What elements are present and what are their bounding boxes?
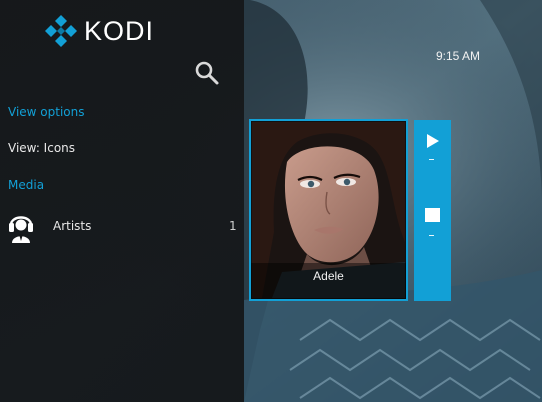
play-icon[interactable] — [427, 134, 439, 148]
artist-card[interactable]: Adele — [249, 119, 408, 301]
clock: 9:15 AM — [436, 49, 481, 63]
view-options-header: View options — [8, 105, 85, 119]
sidebar-item-artists[interactable]: Artists 1 — [0, 206, 244, 246]
kodi-logo[interactable]: KODI — [44, 14, 154, 48]
media-header: Media — [8, 178, 45, 192]
view-mode-item[interactable]: View: Icons — [8, 141, 75, 155]
artists-count: 1 — [229, 219, 237, 233]
search-icon[interactable] — [194, 60, 220, 86]
play-indicator — [429, 159, 434, 160]
card-title: Adele — [313, 269, 344, 283]
stop-icon[interactable] — [425, 208, 440, 222]
kodi-logo-icon — [45, 15, 77, 47]
sidebar-item-label: Artists — [53, 219, 92, 233]
sidebar: KODI View options View: Icons Media Arti… — [0, 0, 244, 402]
stop-indicator — [429, 235, 434, 236]
artist-headphones-icon — [9, 216, 33, 243]
app-name: KODI — [84, 15, 155, 46]
media-controls — [414, 120, 451, 301]
